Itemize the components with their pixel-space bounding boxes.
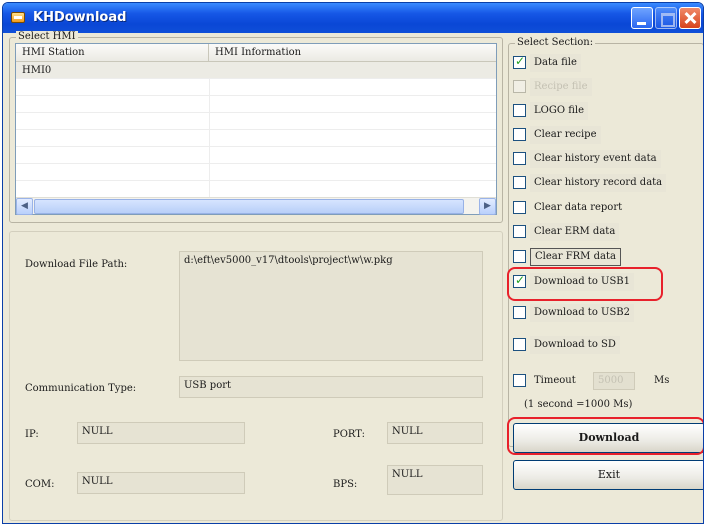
bps-label: BPS: [333, 479, 358, 490]
checkbox [513, 80, 526, 93]
checkbox[interactable] [513, 250, 526, 263]
download-file-path-field[interactable]: d:\eft\ev5000_v17\dtools\project\w\w.pkg [179, 251, 483, 361]
table-row-empty [16, 181, 496, 198]
timeout-note: (1 second =1000 Ms) [524, 399, 633, 410]
checkbox[interactable] [513, 104, 526, 117]
checkbox[interactable] [513, 225, 526, 238]
app-icon [11, 12, 25, 23]
download-button[interactable]: Download [513, 423, 703, 453]
select-section-label: Select Section: [515, 37, 596, 49]
checkbox[interactable] [513, 273, 526, 288]
com-label: COM: [25, 479, 55, 490]
timeout-label: Timeout [534, 375, 576, 386]
horizontal-scrollbar[interactable]: ◀ ▶ [16, 197, 496, 215]
scroll-left-arrow-icon[interactable]: ◀ [16, 198, 33, 215]
table-row-empty [16, 164, 496, 181]
option-label: LOGO file [530, 102, 588, 120]
timeout-checkbox[interactable] [513, 374, 526, 387]
checkbox[interactable] [513, 176, 526, 189]
checkbox[interactable] [513, 128, 526, 141]
option-label: Clear data report [534, 202, 623, 213]
table-header: HMI Station HMI Information [16, 44, 496, 62]
checkbox[interactable] [513, 306, 526, 319]
column-header-hmi-information[interactable]: HMI Information [209, 44, 498, 62]
scrollbar-thumb[interactable] [34, 199, 464, 214]
table-row-empty [16, 79, 496, 96]
com-field[interactable]: NULL [77, 472, 245, 494]
close-button[interactable] [679, 7, 701, 29]
maximize-button [655, 7, 677, 29]
table-row-empty [16, 113, 496, 130]
checkbox[interactable] [513, 54, 526, 69]
table-row[interactable]: HMI0 [16, 62, 496, 79]
exit-button[interactable]: Exit [513, 460, 703, 490]
bps-field[interactable]: NULL [387, 465, 483, 495]
hmi-station-cell: HMI0 [22, 65, 52, 76]
select-hmi-label: Select HMI [16, 31, 78, 43]
minimize-button[interactable] [631, 7, 653, 29]
timeout-unit-label: Ms [654, 375, 670, 386]
port-field[interactable]: NULL [387, 422, 483, 444]
table-row-empty [16, 130, 496, 147]
title-bar[interactable]: KHDownload [3, 3, 703, 33]
option-label: Clear history record data [530, 174, 667, 192]
option-timeout[interactable]: Timeout 5000 Ms [513, 372, 699, 390]
option-label: Clear ERM data [530, 223, 620, 241]
ip-label: IP: [25, 429, 39, 440]
port-label: PORT: [333, 429, 365, 440]
option-label: Recipe file [530, 78, 592, 96]
table-row-empty [16, 147, 496, 164]
window-title: KHDownload [33, 10, 127, 25]
column-header-hmi-station[interactable]: HMI Station [16, 44, 209, 62]
download-file-path-label: Download File Path: [25, 259, 128, 270]
timeout-value-field: 5000 [593, 372, 635, 390]
checkbox[interactable] [513, 338, 526, 351]
communication-type-field[interactable]: USB port [179, 376, 483, 398]
hmi-information-cell [209, 62, 215, 79]
option-label: Download to SD [530, 336, 620, 354]
khdownload-window: KHDownload Select HMI HMI Station HMI In… [2, 2, 704, 524]
option-label: Data file [530, 54, 581, 72]
option-label: Clear history event data [530, 150, 661, 168]
option-label: Download to USB1 [530, 273, 635, 291]
hmi-table[interactable]: HMI Station HMI Information HMI0 ◀ ▶ [15, 43, 497, 215]
table-row-empty [16, 96, 496, 113]
scroll-right-arrow-icon[interactable]: ▶ [479, 198, 496, 215]
checkbox[interactable] [513, 152, 526, 165]
ip-field[interactable]: NULL [77, 422, 245, 444]
option-label: Clear FRM data [530, 248, 621, 266]
option-label: Clear recipe [530, 126, 601, 144]
option-label: Download to USB2 [530, 304, 635, 322]
communication-type-label: Communication Type: [25, 383, 137, 394]
checkbox[interactable] [513, 201, 526, 214]
